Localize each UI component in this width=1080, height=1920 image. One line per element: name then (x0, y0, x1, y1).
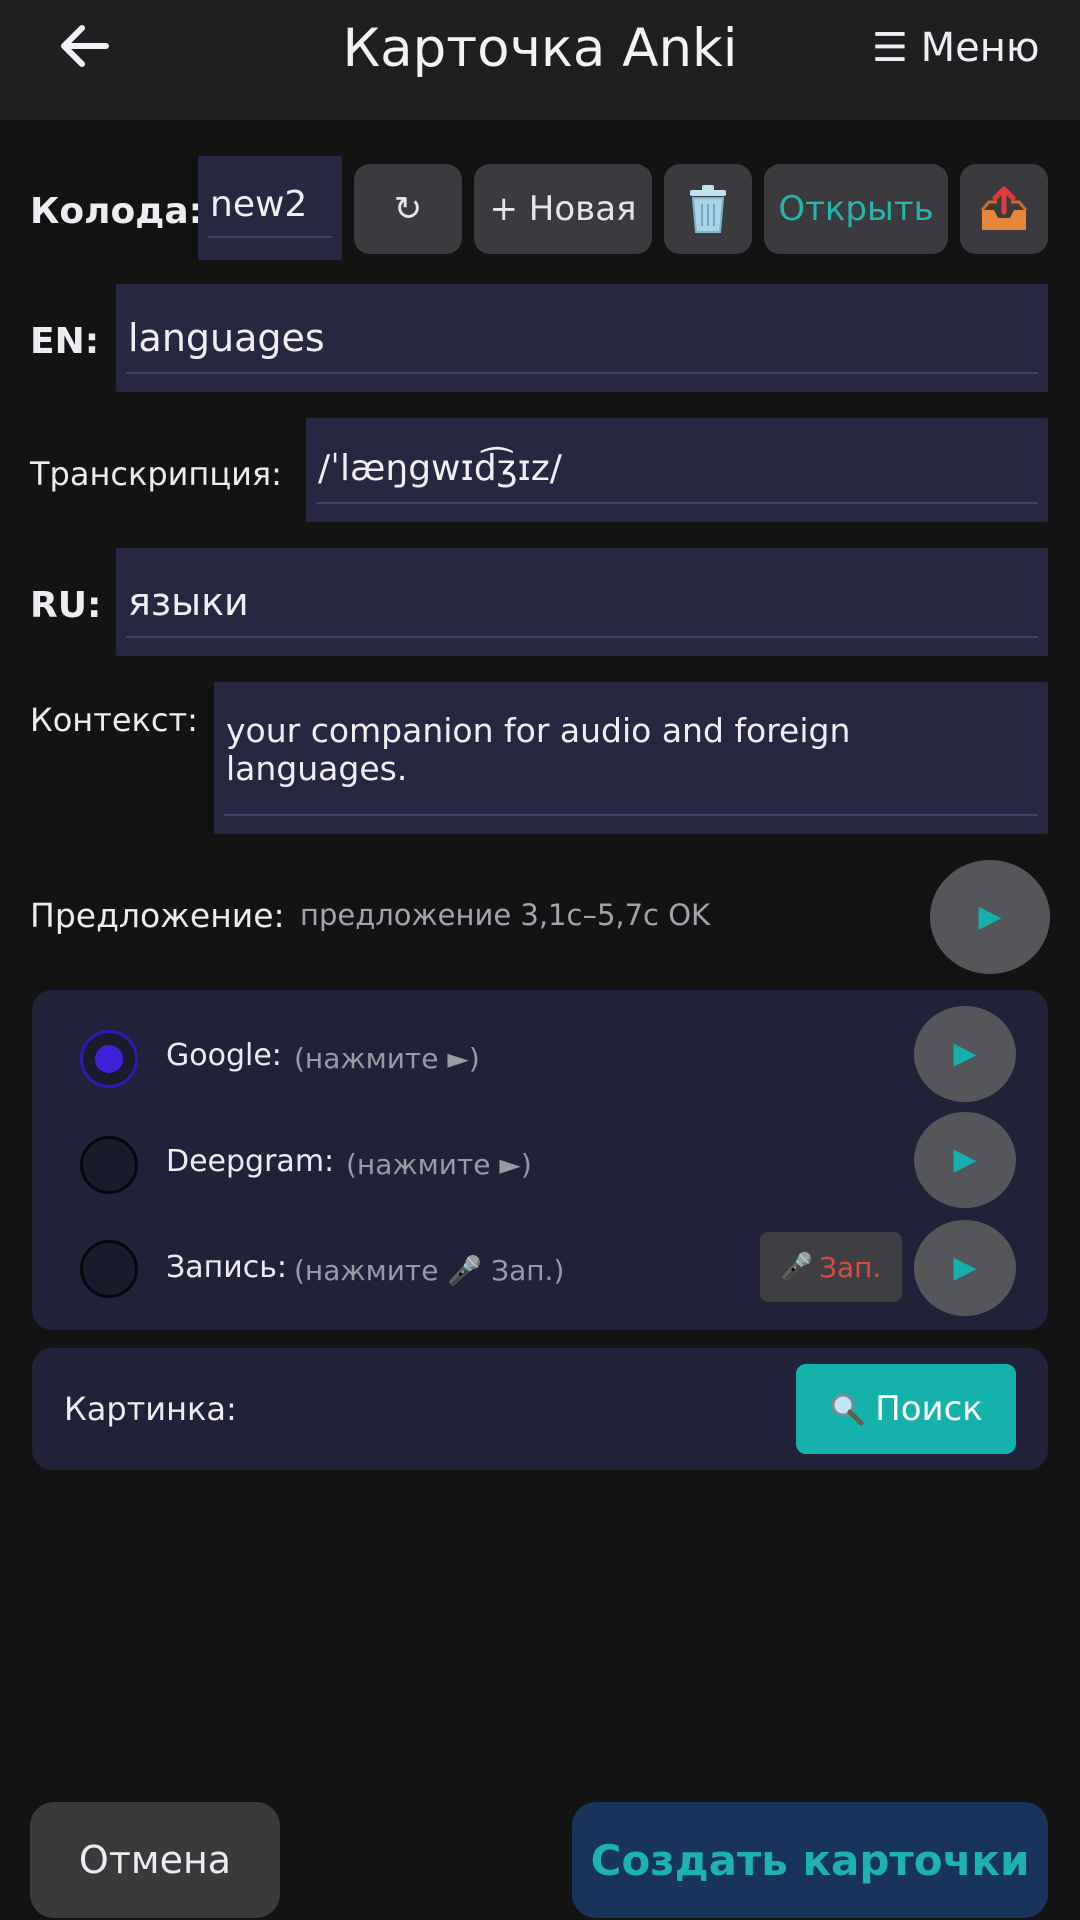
context-textarea[interactable]: your companion for audio and foreign lan… (214, 682, 1048, 834)
record-hint: (нажмите 🎤 Зап.) (294, 1254, 565, 1287)
sentence-label: Предложение: (30, 896, 285, 935)
transcription-value: /ˈlæŋgwɪd͡ʒɪz/ (318, 448, 562, 489)
radio-google[interactable] (80, 1030, 138, 1088)
context-value: your companion for audio and foreign lan… (226, 711, 851, 788)
image-label: Картинка: (64, 1390, 237, 1428)
refresh-icon: ↻ (393, 189, 423, 229)
deck-label: Колода: (30, 191, 204, 232)
deck-value: new2 (210, 184, 308, 225)
play-icon: ▶ (953, 1250, 977, 1285)
play-icon: ▶ (978, 899, 1002, 934)
transcription-label: Транскрипция: (30, 455, 282, 493)
play-google-button[interactable]: ▶ (914, 1006, 1016, 1102)
en-value: languages (128, 316, 325, 360)
deepgram-hint: (нажмите ►) (346, 1148, 532, 1181)
trash-icon (690, 185, 726, 233)
context-label: Контекст: (30, 701, 198, 739)
search-label: Поиск (875, 1389, 983, 1429)
ru-label: RU: (30, 585, 102, 626)
transcription-input[interactable]: /ˈlæŋgwɪd͡ʒɪz/ (306, 418, 1048, 522)
open-deck-button[interactable]: Открыть (764, 164, 948, 254)
outbox-tray-icon (980, 186, 1028, 230)
google-label: Google: (166, 1038, 282, 1073)
deepgram-label: Deepgram: (166, 1144, 335, 1179)
refresh-deck-button[interactable]: ↻ (354, 164, 462, 254)
cancel-button[interactable]: Отмена (30, 1802, 280, 1918)
en-input[interactable]: languages (116, 284, 1048, 392)
ru-input[interactable]: языки (116, 548, 1048, 656)
menu-button[interactable]: ☰ Меню (872, 18, 1040, 78)
deck-input[interactable]: new2 (198, 156, 342, 260)
new-deck-button[interactable]: + Новая (474, 164, 652, 254)
radio-record[interactable] (80, 1240, 138, 1298)
play-icon: ▶ (953, 1036, 977, 1071)
export-button[interactable] (960, 164, 1048, 254)
record-button-label: Зап. (819, 1250, 882, 1284)
microphone-icon: 🎤 (780, 1252, 814, 1282)
play-sentence-button[interactable]: ▶ (930, 860, 1050, 974)
record-label: Запись: (166, 1250, 288, 1285)
delete-deck-button[interactable] (664, 164, 752, 254)
ru-value: языки (128, 580, 249, 624)
sentence-status: предложение 3,1с–5,7с OK (300, 898, 711, 932)
google-hint: (нажмите ►) (294, 1042, 480, 1075)
play-deepgram-button[interactable]: ▶ (914, 1112, 1016, 1208)
radio-deepgram[interactable] (80, 1136, 138, 1194)
image-search-button[interactable]: Поиск (796, 1364, 1016, 1454)
create-cards-button[interactable]: Создать карточки (572, 1802, 1048, 1918)
play-icon: ▶ (953, 1142, 977, 1177)
play-record-button[interactable]: ▶ (914, 1220, 1016, 1316)
magnifier-icon (831, 1393, 864, 1426)
record-button[interactable]: 🎤 Зап. (760, 1232, 902, 1302)
en-label: EN: (30, 321, 100, 362)
